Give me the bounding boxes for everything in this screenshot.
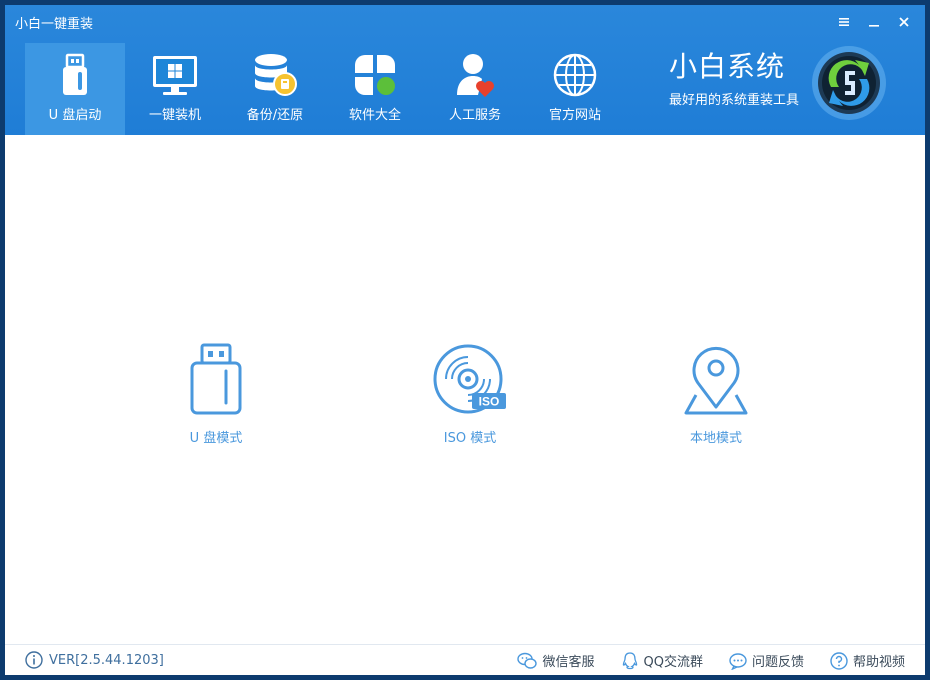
usb-drive-icon (190, 343, 242, 415)
qq-icon (622, 651, 637, 669)
nav-official-site[interactable]: 官方网站 (525, 43, 625, 135)
nav-software-label: 软件大全 (348, 108, 401, 123)
iso-badge: ISO (479, 395, 500, 409)
app-window: 小白一键重装 U 盘启动 一键装机 备份/还原 软件大全 人工服务 官方网站 小… (5, 5, 925, 675)
footer-link-wechat[interactable]: 微信客服 (517, 651, 595, 670)
close-icon (899, 17, 909, 27)
brand-logo-icon (812, 46, 886, 120)
app-grid-icon (355, 55, 395, 95)
footer-link-help-video-label: 帮助视频 (852, 655, 905, 670)
nav-backup-restore[interactable]: 备份/还原 (225, 43, 325, 135)
brand-slogan: 最好用的系统重装工具 (669, 93, 800, 108)
menu-button[interactable] (829, 11, 859, 33)
footer-link-wechat-label: 微信客服 (542, 655, 595, 670)
mode-local[interactable]: 本地模式 (661, 343, 771, 453)
footer-link-help-video[interactable]: 帮助视频 (830, 651, 905, 670)
footer-link-feedback[interactable]: 问题反馈 (729, 651, 804, 670)
footer-links: 微信客服 QQ交流群 问题反馈 帮助视频 (491, 651, 905, 670)
wechat-icon (517, 652, 538, 669)
footer-bar: VER[2.5.44.1203] 微信客服 QQ交流群 问题反馈 帮助视频 (5, 644, 925, 675)
brand-name: 小白系统 (669, 50, 786, 83)
nav-backup-restore-label: 备份/还原 (246, 108, 304, 123)
window-controls (829, 11, 919, 33)
nav-one-click-install-label: 一键装机 (148, 108, 201, 123)
minimize-icon (869, 25, 879, 27)
nav-one-click-install[interactable]: 一键装机 (125, 43, 225, 135)
nav-software[interactable]: 软件大全 (325, 43, 425, 135)
map-pin-icon (684, 346, 748, 415)
header-bar: 小白一键重装 U 盘启动 一键装机 备份/还原 软件大全 人工服务 官方网站 小… (5, 5, 925, 135)
mode-usb[interactable]: U 盘模式 (161, 343, 271, 453)
footer-link-feedback-label: 问题反馈 (751, 655, 804, 670)
database-backup-icon (255, 54, 297, 96)
mode-usb-label: U 盘模式 (189, 431, 243, 446)
iso-disc-icon: ISO (433, 344, 506, 414)
monitor-windows-icon (153, 56, 197, 95)
minimize-button[interactable] (859, 11, 889, 33)
main-nav: U 盘启动 一键装机 备份/还原 软件大全 人工服务 官方网站 (25, 43, 625, 135)
nav-official-site-label: 官方网站 (548, 108, 601, 123)
nav-human-service[interactable]: 人工服务 (425, 43, 525, 135)
mode-local-label: 本地模式 (689, 431, 742, 446)
globe-icon (553, 53, 597, 97)
nav-human-service-label: 人工服务 (448, 108, 501, 123)
version-text: VER[2.5.44.1203] (49, 652, 164, 668)
version-info: VER[2.5.44.1203] (25, 651, 164, 669)
mode-iso-label: ISO 模式 (443, 431, 497, 446)
close-button[interactable] (889, 11, 919, 33)
footer-link-qq[interactable]: QQ交流群 (621, 651, 703, 670)
footer-link-qq-label: QQ交流群 (643, 655, 703, 670)
brand-block: 小白系统 最好用的系统重装工具 (669, 50, 800, 109)
nav-usb-boot[interactable]: U 盘启动 (25, 43, 125, 135)
person-heart-icon (457, 54, 494, 97)
usb-drive-icon (63, 53, 87, 95)
help-circle-icon (830, 651, 848, 670)
window-title: 小白一键重装 (15, 17, 94, 32)
mode-iso[interactable]: ISO ISO 模式 (415, 343, 525, 453)
info-icon (25, 651, 43, 669)
chat-bubble-icon (729, 652, 747, 670)
menu-icon (839, 18, 849, 26)
nav-usb-boot-label: U 盘启动 (48, 108, 102, 123)
